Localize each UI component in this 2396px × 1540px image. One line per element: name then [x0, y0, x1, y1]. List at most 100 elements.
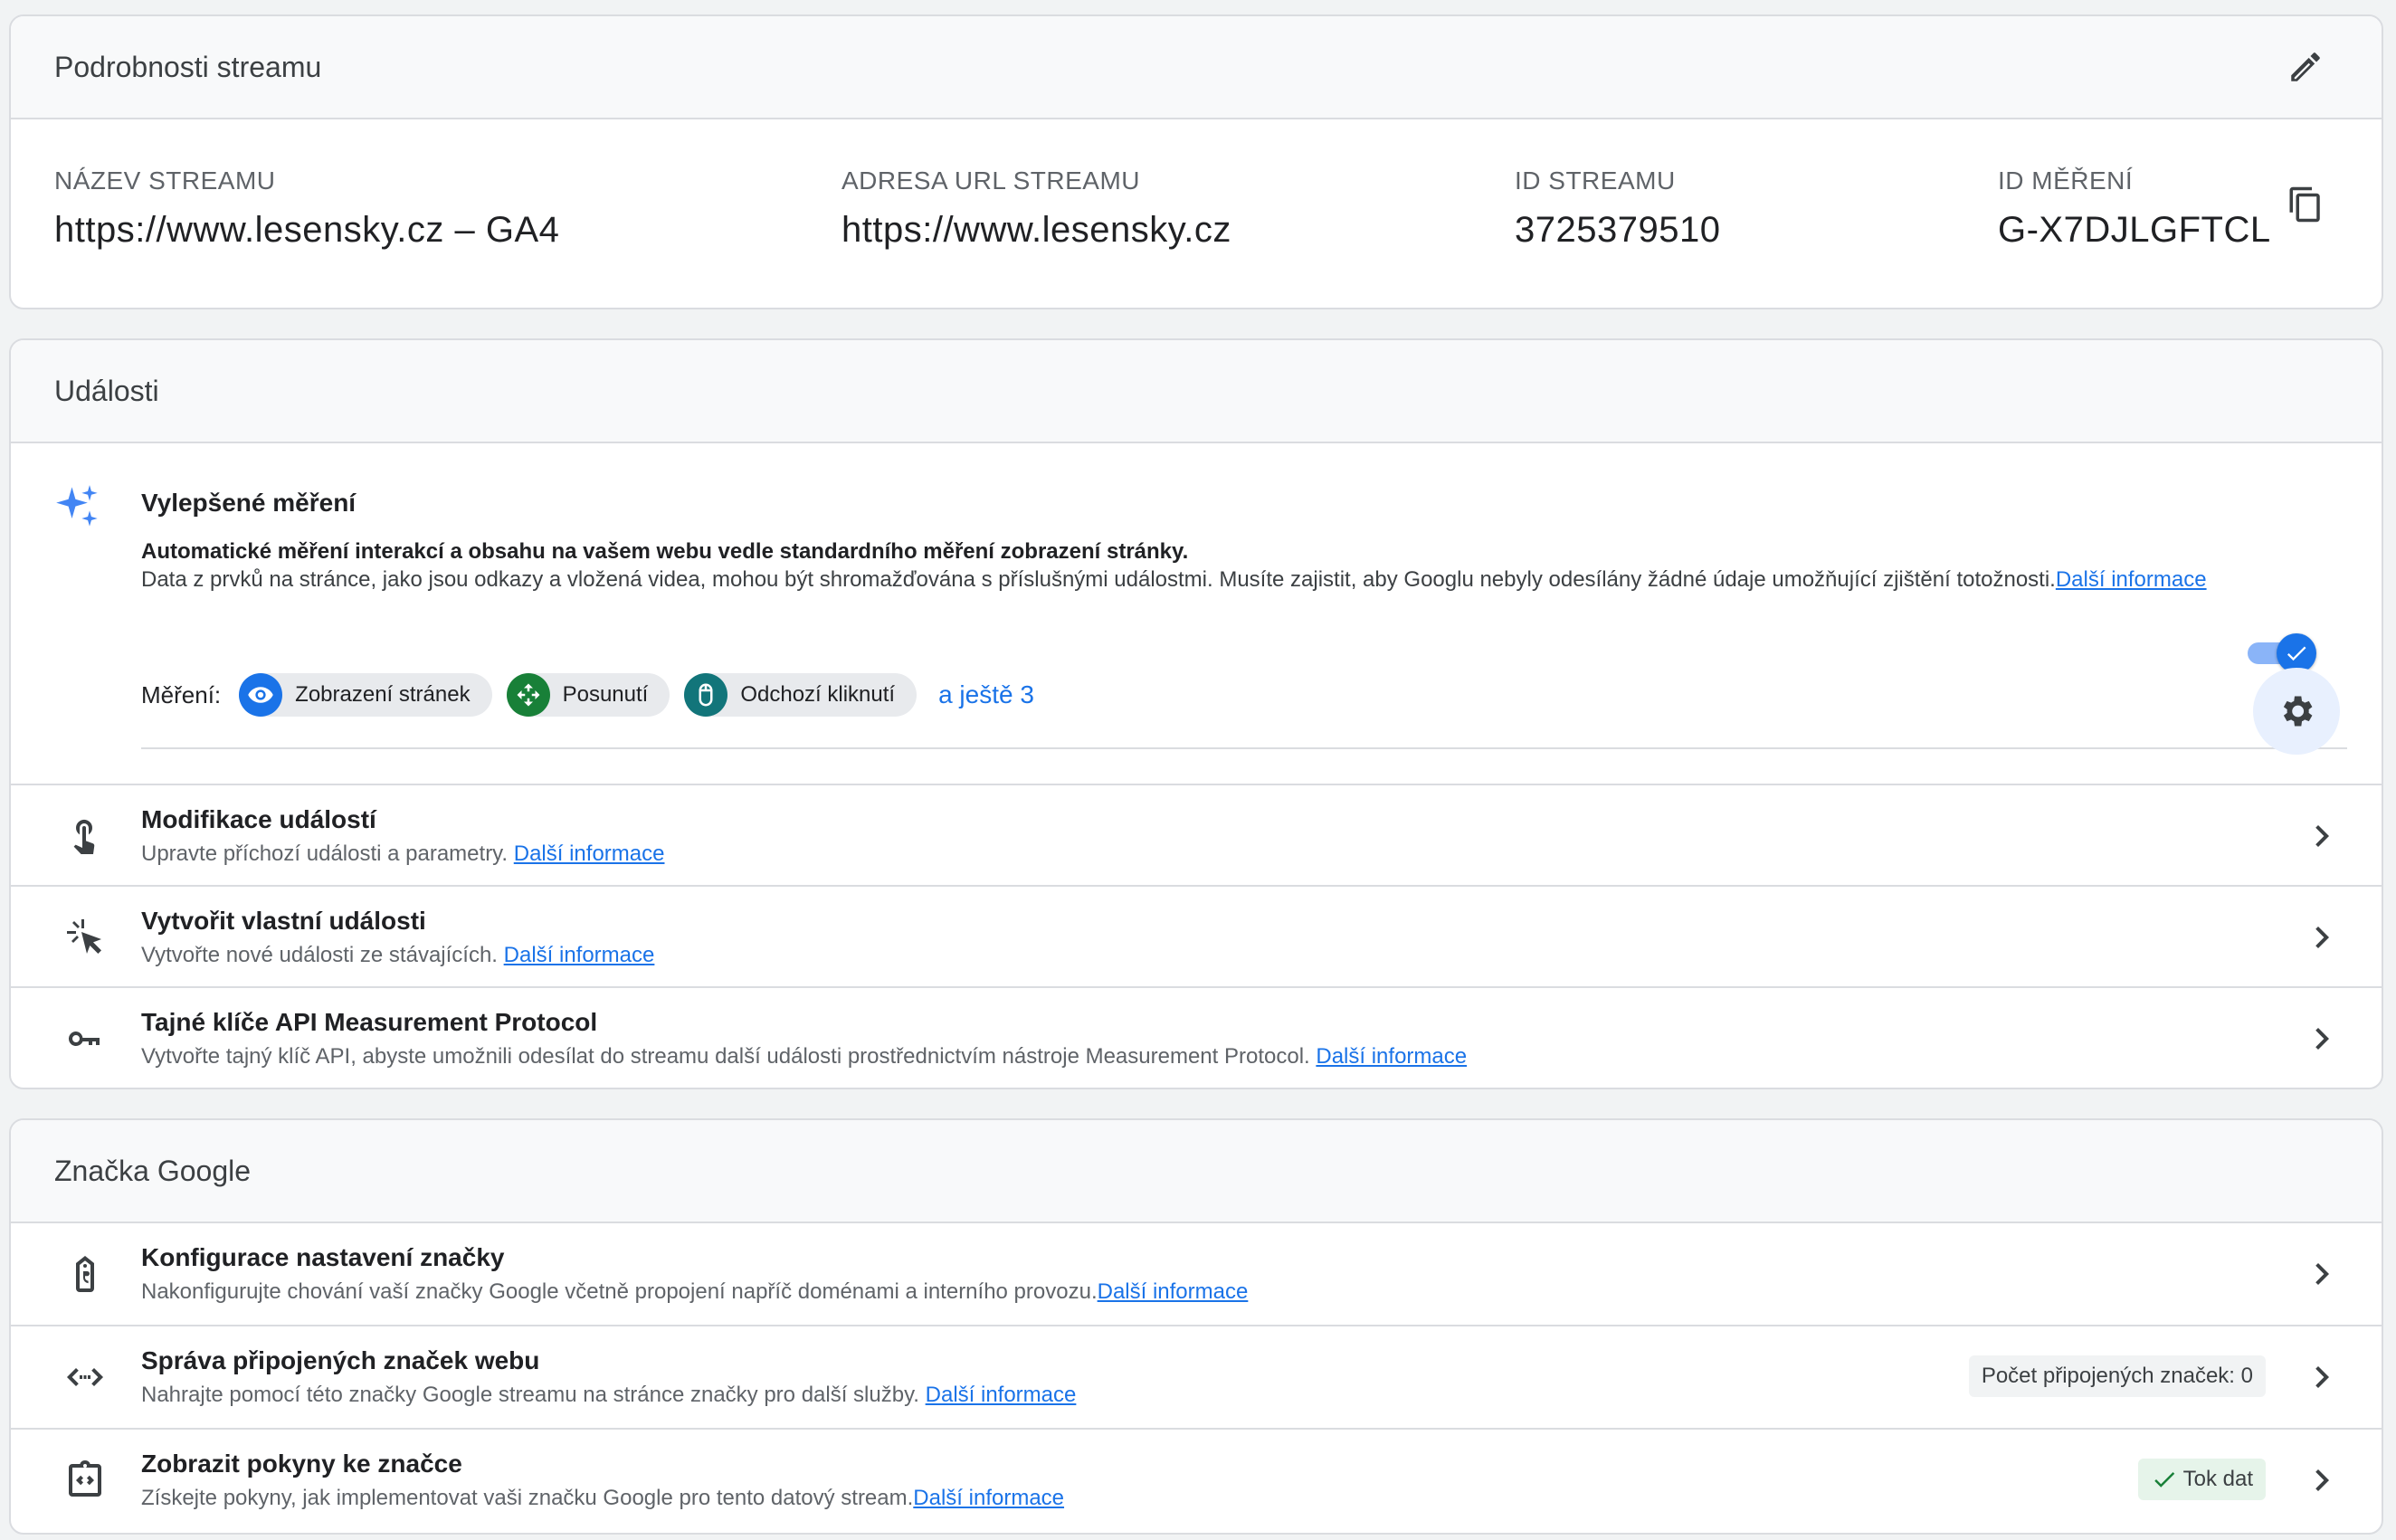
chip-outbound-clicks[interactable]: Odchozí kliknutí	[684, 673, 918, 717]
row-more-info-link[interactable]: Další informace	[913, 1486, 1064, 1510]
row-icon-wrap	[63, 1017, 107, 1060]
row-subtitle: Získejte pokyny, jak implementovat vaši …	[141, 1486, 1064, 1511]
stream-details-fields: NÁZEV STREAMU https://www.lesensky.cz – …	[11, 119, 2382, 308]
chevron-right-icon	[2300, 1459, 2344, 1502]
data-flow-status-label: Tok dat	[2182, 1467, 2253, 1491]
more-measurements-link[interactable]: a ještě 3	[938, 680, 1034, 709]
row-subtitle-text: Nahrajte pomocí této značky Google strea…	[141, 1383, 926, 1407]
stream-details-header: Podrobnosti streamu	[11, 16, 2382, 119]
row-more-info-link[interactable]: Další informace	[926, 1383, 1077, 1407]
stream-url-value: https://www.lesensky.cz	[841, 210, 1231, 250]
stream-id-field: ID STREAMU 3725379510	[1515, 166, 1720, 251]
stream-name-label: NÁZEV STREAMU	[54, 166, 276, 195]
row-subtitle: Nahrajte pomocí této značky Google strea…	[141, 1383, 1076, 1408]
row-more-info-link[interactable]: Další informace	[1098, 1279, 1249, 1304]
row-more-info-link[interactable]: Další informace	[504, 943, 655, 967]
sparkle-cursor-icon	[67, 919, 101, 954]
chip-page-views[interactable]: Zobrazení stránek	[239, 673, 492, 717]
enhanced-measurement-section: Vylepšené měření Automatické měření inte…	[11, 443, 2382, 785]
touch-icon	[73, 819, 95, 854]
chevron-right-icon	[2300, 1252, 2344, 1296]
stream-id-label: ID STREAMU	[1515, 166, 1676, 195]
measurement-label: Měření:	[141, 680, 222, 708]
stream-details-card: Podrobnosti streamu NÁZEV STREAMU https:…	[9, 14, 2383, 309]
row-subtitle-text: Získejte pokyny, jak implementovat vaši …	[141, 1486, 914, 1510]
row-title: Zobrazit pokyny ke značce	[141, 1450, 462, 1478]
row-subtitle: Upravte příchozí události a parametry. D…	[141, 841, 664, 867]
stream-name-value: https://www.lesensky.cz – GA4	[54, 210, 560, 250]
event-row-modify-events[interactable]: Modifikace událostí Upravte příchozí udá…	[11, 785, 2382, 887]
events-title: Události	[54, 374, 159, 407]
row-subtitle: Vytvořte tajný klíč API, abyste umožnili…	[141, 1044, 1467, 1069]
chip-page-views-icon-wrap	[239, 673, 283, 717]
pencil-icon	[2291, 52, 2320, 81]
chip-page-views-label: Zobrazení stránek	[295, 682, 471, 707]
event-row-create-events[interactable]: Vytvořit vlastní události Vytvořte nové …	[11, 887, 2382, 988]
enhanced-settings-button[interactable]	[2253, 668, 2340, 755]
enhanced-measurement-title: Vylepšené měření	[141, 489, 357, 517]
tag-row-configure[interactable]: Konfigurace nastavení značky Nakonfiguru…	[11, 1223, 2382, 1326]
tag-row-instructions[interactable]: Zobrazit pokyny ke značce Získejte pokyn…	[11, 1430, 2382, 1533]
chip-scrolls[interactable]: Posunutí	[506, 673, 670, 717]
row-subtitle-text: Vytvořte nové události ze stávajících.	[141, 943, 504, 967]
code-clipboard-icon	[69, 1460, 101, 1497]
enhanced-measurement-description: Automatické měření interakcí a obsahu na…	[141, 537, 2213, 594]
copy-button[interactable]	[2278, 177, 2333, 232]
stream-id-value: 3725379510	[1515, 210, 1721, 250]
eye-icon	[248, 687, 273, 703]
stream-url-field: ADRESA URL STREAMU https://www.lesensky.…	[841, 166, 1231, 251]
measurement-chips-row: Měření: Zobrazení stránek Posunutí Odcho…	[141, 659, 1034, 731]
gear-icon	[2283, 696, 2313, 727]
enhanced-desc-line1: Automatické měření interakcí a obsahu na…	[141, 539, 1189, 564]
row-more-info-link[interactable]: Další informace	[1316, 1044, 1467, 1069]
events-header: Události	[11, 340, 2382, 443]
stream-details-title: Podrobnosti streamu	[54, 50, 322, 83]
enhanced-more-info-link[interactable]: Další informace	[2056, 567, 2207, 592]
row-title: Modifikace událostí	[141, 805, 376, 833]
row-subtitle-text: Upravte příchozí události a parametry.	[141, 841, 514, 866]
enhanced-measurement-toggle[interactable]	[2244, 633, 2316, 673]
mouse-icon	[699, 683, 713, 707]
tag-row-connected-tags[interactable]: Správa připojených značek webu Nahrajte …	[11, 1326, 2382, 1430]
enhanced-desc-line2: Data z prvků na stránce, jako jsou odkaz…	[141, 567, 2056, 592]
row-icon-wrap	[63, 814, 107, 858]
row-icon-wrap	[63, 1459, 107, 1502]
stream-url-label: ADRESA URL STREAMU	[841, 166, 1141, 195]
row-title: Vytvořit vlastní události	[141, 907, 426, 935]
check-icon	[2154, 1472, 2174, 1488]
event-row-api-secrets[interactable]: Tajné klíče API Measurement Protocol Vyt…	[11, 988, 2382, 1088]
chevron-right-icon	[2300, 1017, 2344, 1060]
row-subtitle-text: Nakonfigurujte chování vaší značky Googl…	[141, 1279, 1098, 1304]
connected-tags-count-badge: Počet připojených značek: 0	[1968, 1355, 2266, 1397]
row-more-info-link[interactable]: Další informace	[514, 841, 665, 866]
chip-outbound-clicks-icon-wrap	[684, 673, 728, 717]
divider	[141, 747, 2347, 749]
measurement-id-value: G-X7DJLGFTCL	[1998, 210, 2271, 250]
row-icon-wrap	[63, 916, 107, 959]
chevron-right-icon	[2300, 916, 2344, 959]
copy-icon	[2289, 186, 2320, 223]
google-tag-header: Značka Google	[11, 1120, 2382, 1223]
row-title: Tajné klíče API Measurement Protocol	[141, 1008, 598, 1036]
row-subtitle: Vytvořte nové události ze stávajících. D…	[141, 943, 654, 968]
measurement-id-field: ID MĚŘENÍ G-X7DJLGFTCL	[1998, 166, 2271, 251]
code-arrows-icon	[67, 1368, 103, 1386]
scroll-icon	[517, 683, 540, 707]
key-icon	[68, 1031, 100, 1046]
measurement-id-label: ID MĚŘENÍ	[1998, 166, 2134, 195]
row-subtitle: Nakonfigurujte chování vaší značky Googl…	[141, 1279, 1248, 1305]
google-tag-title: Značka Google	[54, 1154, 252, 1187]
edit-button[interactable]	[2278, 40, 2333, 94]
data-flow-status-badge: Tok dat	[2137, 1459, 2266, 1500]
google-tag-card: Značka Google Konfigurace nastavení znač…	[9, 1118, 2383, 1535]
chevron-right-icon	[2300, 1355, 2344, 1399]
chip-outbound-clicks-label: Odchozí kliknutí	[740, 682, 896, 707]
row-icon-wrap	[63, 1252, 107, 1296]
row-icon-wrap	[63, 1355, 107, 1399]
events-rows: Modifikace událostí Upravte příchozí udá…	[11, 785, 2382, 1088]
chip-scrolls-label: Posunutí	[562, 682, 649, 707]
chevron-right-icon	[2300, 814, 2344, 858]
events-card: Události Vylepšené měření Automatické mě…	[9, 338, 2383, 1089]
row-subtitle-text: Vytvořte tajný klíč API, abyste umožnili…	[141, 1044, 1317, 1069]
stream-name-field: NÁZEV STREAMU https://www.lesensky.cz – …	[54, 166, 559, 251]
